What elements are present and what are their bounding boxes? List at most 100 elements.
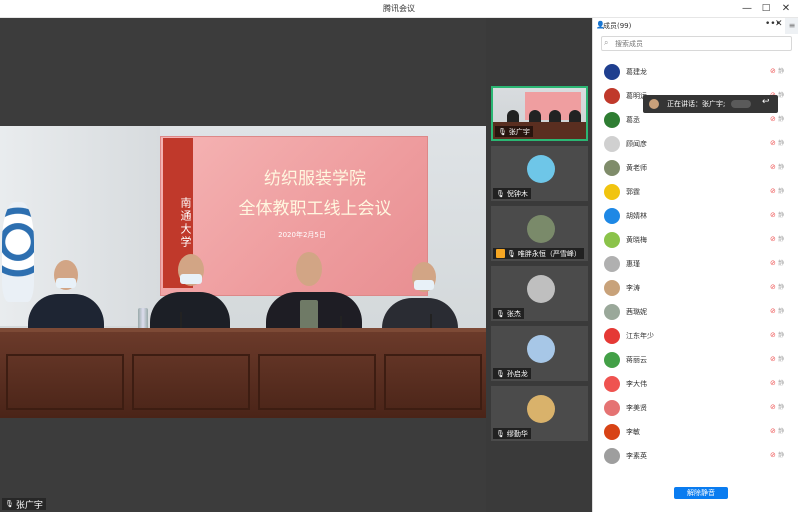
mic-muted-icon[interactable]: ⊘ 静 bbox=[770, 330, 784, 339]
member-name: 李敏 bbox=[626, 428, 640, 436]
banner-title: 纺织服装学院 bbox=[264, 169, 366, 189]
return-arrow-icon[interactable]: ↩ bbox=[762, 97, 770, 107]
thumbnail-5[interactable]: 🎙 孙启龙 bbox=[491, 326, 588, 381]
banner-subtitle: 全体教职工线上会议 bbox=[238, 199, 392, 219]
mic-muted-icon[interactable]: ⊘ 静 bbox=[770, 282, 784, 291]
mic-muted-icon[interactable]: ⊘ 静 bbox=[770, 66, 784, 75]
member-row[interactable]: 蒋丽云 ⊘ 静 bbox=[593, 348, 798, 372]
mute-status-label: 静 bbox=[778, 404, 785, 411]
thumbnail-name: 倪钟木 bbox=[506, 189, 528, 198]
mic-muted-icon[interactable]: ⊘ 静 bbox=[770, 306, 784, 315]
thumbnail-4[interactable]: 🎙 张杰 bbox=[491, 266, 588, 321]
thumbnail-label: 🎙 张杰 bbox=[493, 308, 524, 319]
mic-muted-icon[interactable]: ⊘ 静 bbox=[770, 186, 784, 195]
search-members-input[interactable] bbox=[601, 36, 792, 51]
mute-status-label: 静 bbox=[778, 236, 785, 243]
screen-share-icon bbox=[496, 249, 505, 258]
member-row[interactable]: 惠瑾 ⊘ 静 bbox=[593, 252, 798, 276]
members-header: 👤 成员(99) ••• ✕ ≡ bbox=[593, 18, 798, 34]
member-name: 李大伟 bbox=[626, 380, 647, 388]
mic-icon: 🎙 bbox=[498, 127, 507, 136]
mic-muted-icon[interactable]: ⊘ 静 bbox=[770, 354, 784, 363]
member-row[interactable]: 郭霆 ⊘ 静 bbox=[593, 180, 798, 204]
person-2-mask bbox=[180, 274, 202, 284]
mute-status-label: 静 bbox=[778, 116, 785, 123]
mute-status-label: 静 bbox=[778, 284, 785, 291]
thumbnail-3[interactable]: 🎙 唯胖永恒（严雪峰） bbox=[491, 206, 588, 261]
thumbnail-name: 张广宇 bbox=[508, 127, 530, 136]
person-4-mask bbox=[414, 280, 434, 290]
unmute-all-button[interactable]: 解除静音 bbox=[674, 487, 728, 499]
member-name: 黄老师 bbox=[626, 164, 647, 172]
member-row[interactable]: 黄老师 ⊘ 静 bbox=[593, 156, 798, 180]
close-window-button[interactable]: ✕ bbox=[777, 1, 795, 16]
member-name: 茜璐妮 bbox=[626, 308, 647, 316]
mute-status-label: 静 bbox=[778, 428, 785, 435]
mute-status-label: 静 bbox=[778, 188, 785, 195]
avatar bbox=[604, 136, 620, 152]
mute-status-label: 静 bbox=[778, 164, 785, 171]
member-row[interactable]: 葛建龙 ⊘ 静 bbox=[593, 60, 798, 84]
table-panel bbox=[6, 354, 124, 410]
thumbnail-6[interactable]: 🎙 缪勤华 bbox=[491, 386, 588, 441]
avatar bbox=[604, 352, 620, 368]
member-name: 李素英 bbox=[626, 452, 647, 460]
member-row[interactable]: 李美贤 ⊘ 静 bbox=[593, 396, 798, 420]
person-1-mask bbox=[56, 278, 76, 288]
mic-muted-icon[interactable]: ⊘ 静 bbox=[770, 450, 784, 459]
member-row[interactable]: 李大伟 ⊘ 静 bbox=[593, 372, 798, 396]
thumbnail-2[interactable]: 🎙 倪钟木 bbox=[491, 146, 588, 201]
maximize-button[interactable]: □ bbox=[757, 1, 775, 16]
table-panel bbox=[132, 354, 250, 410]
member-row[interactable]: 胡婧林 ⊘ 静 bbox=[593, 204, 798, 228]
mic-muted-icon[interactable]: ⊘ 静 bbox=[770, 426, 784, 435]
thumbnail-label: 🎙 缪勤华 bbox=[493, 428, 531, 439]
mute-status-label: 静 bbox=[778, 92, 785, 99]
mute-status-label: 静 bbox=[778, 308, 785, 315]
mic-muted-icon[interactable]: ⊘ 静 bbox=[770, 234, 784, 243]
mic-muted-icon[interactable]: ⊘ 静 bbox=[770, 210, 784, 219]
avatar bbox=[527, 395, 555, 423]
mic-icon: 🎙 bbox=[496, 309, 505, 318]
minimize-button[interactable]: — bbox=[738, 1, 756, 16]
title-bar: 腾讯会议 — □ ✕ bbox=[0, 0, 798, 18]
main-speaker-label: 🎙 张广宇 bbox=[2, 498, 46, 511]
mic-muted-icon[interactable]: ⊘ 静 bbox=[770, 162, 784, 171]
mic-muted-icon[interactable]: ⊘ 静 bbox=[770, 114, 784, 123]
member-row[interactable]: 李素英 ⊘ 静 bbox=[593, 444, 798, 468]
member-row[interactable]: 黄晓梅 ⊘ 静 bbox=[593, 228, 798, 252]
member-row[interactable]: 李敏 ⊘ 静 bbox=[593, 420, 798, 444]
thumbnail-1[interactable]: 🎙 张广宇 bbox=[491, 86, 588, 141]
main-video[interactable]: 南通大学 纺织服装学院 全体教职工线上会议 2020年2月5日 🎙 张广宇 bbox=[0, 18, 486, 512]
mic-muted-icon[interactable]: ⊘ 静 bbox=[770, 138, 784, 147]
member-row[interactable]: 李涛 ⊘ 静 bbox=[593, 276, 798, 300]
avatar bbox=[604, 376, 620, 392]
mic-muted-icon[interactable]: ⊘ 静 bbox=[770, 378, 784, 387]
search-icon: ⌕ bbox=[604, 38, 609, 47]
mic-muted-icon[interactable]: ⊘ 静 bbox=[770, 258, 784, 267]
mic-icon: 🎙 bbox=[5, 500, 14, 508]
member-row[interactable]: 江东年少 ⊘ 静 bbox=[593, 324, 798, 348]
avatar bbox=[604, 304, 620, 320]
banner-date: 2020年2月5日 bbox=[278, 231, 326, 239]
side-menu-button[interactable]: ≡ bbox=[785, 18, 798, 34]
table-panel bbox=[258, 354, 376, 410]
member-row[interactable]: 茜璐妮 ⊘ 静 bbox=[593, 300, 798, 324]
avatar bbox=[604, 208, 620, 224]
mute-status-label: 静 bbox=[778, 452, 785, 459]
thumbnail-label: 🎙 孙启龙 bbox=[493, 368, 531, 379]
thumbnail-name: 张杰 bbox=[506, 309, 521, 318]
table-panel bbox=[384, 354, 482, 410]
mic-muted-icon[interactable]: ⊘ 静 bbox=[770, 402, 784, 411]
vase bbox=[2, 202, 34, 302]
close-members-button[interactable]: ✕ bbox=[775, 19, 783, 29]
member-row[interactable]: 顾闻彦 ⊘ 静 bbox=[593, 132, 798, 156]
members-panel: 👤 成员(99) ••• ✕ ≡ ⌕ 葛建龙⊘ 静 葛明远⊘ 静 葛丞⊘ 静 顾… bbox=[592, 18, 798, 512]
participant-thumbnails: 🎙 张广宇 🎙 倪钟木 🎙 唯胖永恒（严雪峰） 🎙 张杰 🎙 孙启龙 🎙 缪勤华 bbox=[489, 18, 592, 512]
avatar bbox=[604, 424, 620, 440]
member-name: 葛建龙 bbox=[626, 68, 647, 76]
avatar bbox=[604, 328, 620, 344]
mic-icon: 🎙 bbox=[496, 429, 505, 438]
avatar bbox=[604, 280, 620, 296]
mute-status-label: 静 bbox=[778, 260, 785, 267]
